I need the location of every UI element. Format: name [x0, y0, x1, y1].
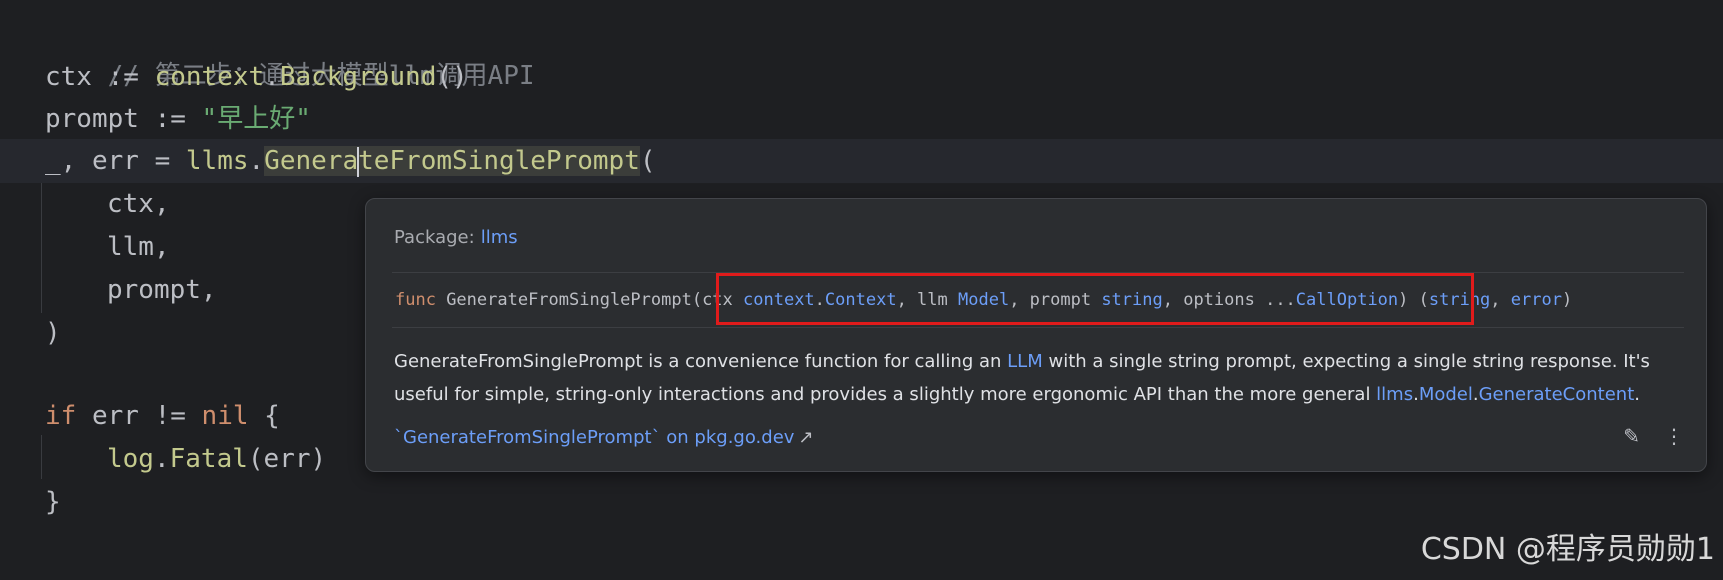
code-line-4-current: _, err = llms.GenerateFromSinglePrompt( — [0, 139, 1723, 183]
code-line-12: } — [45, 480, 61, 524]
code-text: prompt, — [107, 275, 217, 305]
external-doc-link-label: `GenerateFromSinglePrompt` on pkg.go.dev — [394, 427, 795, 448]
package-link[interactable]: llms — [481, 227, 518, 248]
code-package: log — [107, 444, 154, 474]
desc-link-model[interactable]: Model — [1419, 384, 1473, 405]
sig-type-link[interactable]: error — [1511, 290, 1562, 310]
desc-link-llms[interactable]: llms — [1376, 384, 1413, 405]
sig-name: GenerateFromSinglePrompt — [435, 290, 692, 310]
function-description: GenerateFromSinglePrompt is a convenienc… — [394, 345, 1684, 411]
more-options-icon[interactable]: ⋮ — [1664, 424, 1684, 448]
external-doc-link[interactable]: `GenerateFromSinglePrompt` on pkg.go.dev… — [394, 427, 814, 448]
code-line-1: // 第二步：通过大模型llm调用API — [45, 10, 535, 91]
watermark: CSDN @程序员勋勋1 — [1420, 532, 1715, 567]
code-text: { — [248, 401, 280, 431]
sig-text: ) — [1561, 290, 1573, 310]
code-package: llms — [185, 146, 249, 176]
code-text: ( — [639, 146, 656, 176]
divider — [392, 327, 1684, 328]
code-line-5: ctx, — [107, 182, 170, 226]
documentation-popup[interactable]: Package: llms func GenerateFromSingleProm… — [365, 198, 1707, 472]
sig-text: , — [1490, 290, 1511, 310]
edit-pencil-icon[interactable]: ✎ — [1623, 424, 1640, 448]
code-text: (err) — [247, 444, 327, 474]
code-line-7: prompt, — [107, 268, 217, 312]
code-keyword: if — [45, 401, 77, 431]
code-function-part: teFromSinglePrompt — [358, 146, 640, 176]
code-string: "早上好" — [201, 104, 311, 134]
code-text: () — [436, 62, 468, 92]
code-text: _, err = — [45, 146, 186, 176]
code-text: prompt := — [45, 104, 202, 134]
code-text: ) — [45, 318, 61, 348]
external-arrow-icon: ↗ — [798, 427, 814, 448]
code-package: context — [154, 62, 265, 92]
desc-link-llm[interactable]: LLM — [1007, 351, 1043, 372]
code-text: ctx, — [107, 189, 170, 219]
desc-text: . — [1634, 384, 1640, 405]
code-line-6: llm, — [107, 225, 170, 269]
code-line-2: ctx := context.Background() — [45, 55, 468, 99]
code-text: . — [248, 146, 265, 176]
highlight-annotation-box — [716, 273, 1474, 325]
code-line-10: if err != nil { — [45, 394, 280, 438]
desc-link-generatecontent[interactable]: GenerateContent — [1479, 384, 1635, 405]
code-line-11: log.Fatal(err) — [107, 437, 326, 481]
code-line-3: prompt := "早上好" — [45, 97, 311, 141]
code-function-selected[interactable]: GenerateFromSinglePrompt — [264, 146, 640, 177]
package-label: Package: — [394, 227, 475, 248]
code-text: ctx := — [45, 62, 155, 92]
code-text: . — [264, 62, 280, 92]
code-text: llm, — [107, 232, 170, 262]
code-text: . — [153, 444, 170, 474]
package-row: Package: llms — [394, 227, 518, 248]
popup-actions: ✎ ⋮ — [1623, 424, 1684, 448]
code-line-8: ) — [45, 311, 61, 355]
code-function-part: Genera — [264, 146, 359, 176]
sig-keyword: func — [395, 290, 436, 310]
code-keyword: nil — [201, 401, 249, 431]
desc-text: GenerateFromSinglePrompt is a convenienc… — [394, 351, 1008, 372]
code-function: Background — [279, 62, 437, 92]
indent-guide — [41, 435, 42, 479]
code-text: } — [45, 487, 61, 517]
code-function: Fatal — [169, 444, 248, 474]
code-text: err != — [76, 401, 202, 431]
